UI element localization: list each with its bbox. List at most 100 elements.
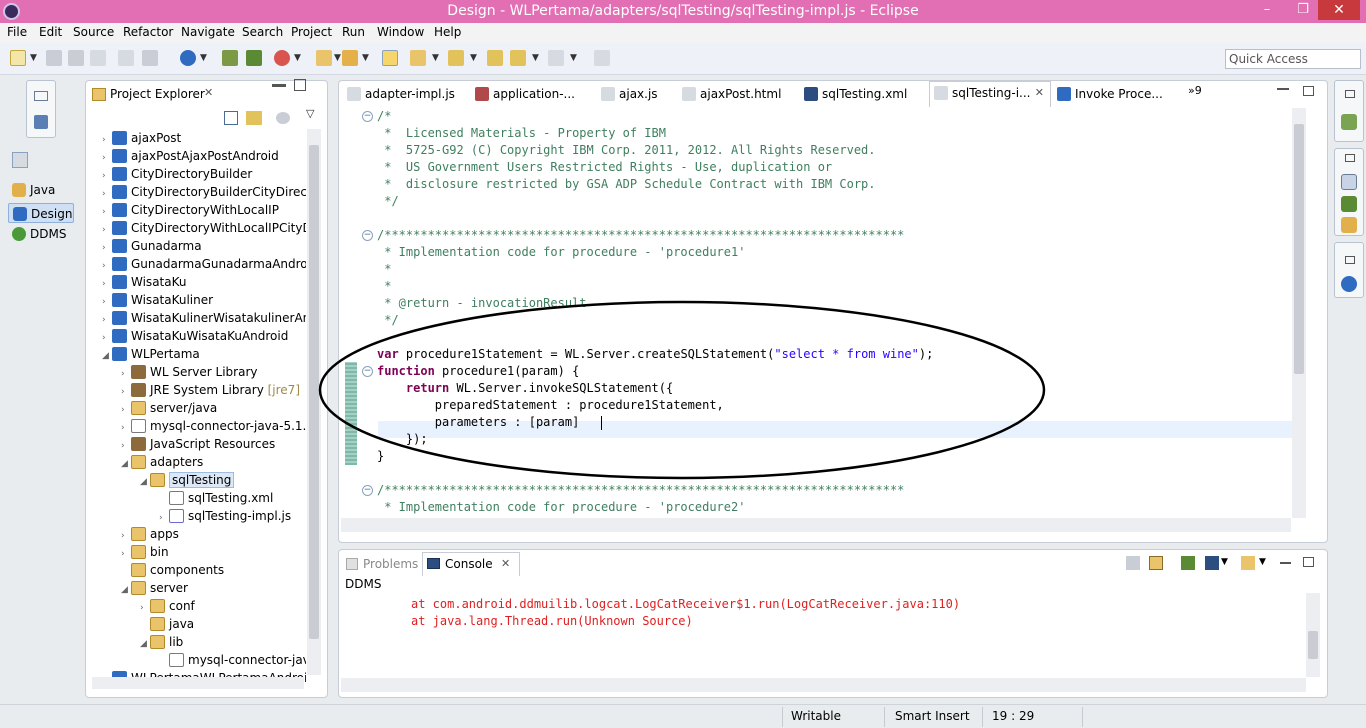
fold-toggle-2[interactable]: − [362, 230, 373, 241]
open-perspective-icon[interactable] [12, 152, 28, 168]
menu-help[interactable]: Help [434, 25, 461, 39]
view-menu-icon[interactable]: ▽ [306, 107, 314, 120]
perspective-design[interactable]: Design [8, 203, 74, 223]
menu-refactor[interactable]: Refactor [123, 25, 173, 39]
tab-problems[interactable]: Problems [343, 553, 421, 575]
forward-icon[interactable] [548, 50, 564, 66]
open-folder-icon[interactable] [316, 50, 332, 66]
expand-toggle-icon[interactable]: ◢ [140, 635, 150, 653]
editor-tab[interactable]: Invoke Proce... [1053, 83, 1163, 105]
close-tab-icon[interactable]: ✕ [1035, 82, 1044, 104]
clear-console-icon[interactable] [1126, 556, 1140, 570]
tree-item[interactable]: › bin [121, 543, 169, 561]
save-icon[interactable] [46, 50, 62, 66]
outline-view-icon[interactable] [1341, 196, 1357, 212]
expand-toggle-icon[interactable]: ◢ [121, 455, 131, 473]
download-icon[interactable] [222, 50, 238, 66]
tree-item[interactable]: › WL Server Library [121, 363, 258, 381]
tree-item[interactable]: › mysql-connector-java-5.1.22 [121, 417, 306, 435]
build-icon[interactable] [142, 50, 158, 66]
palette-icon[interactable] [1341, 114, 1357, 130]
tree-item[interactable]: mysql-connector-jav [159, 651, 306, 669]
tree-item[interactable]: ◢ sqlTesting [140, 471, 235, 489]
tree-item[interactable]: › ajaxPost [102, 129, 181, 147]
editor-vscroll-thumb[interactable] [1294, 124, 1304, 374]
explorer-hscrollbar[interactable] [92, 677, 304, 689]
print-icon[interactable] [90, 50, 106, 66]
scroll-lock-icon[interactable] [1149, 556, 1163, 570]
tree-item[interactable]: › conf [140, 597, 195, 615]
expand-toggle-icon[interactable]: ◢ [102, 347, 112, 365]
tree-item[interactable]: › WisataKuliner [102, 291, 213, 309]
minimize-editor-icon[interactable] [1277, 88, 1289, 90]
properties-icon[interactable] [1341, 174, 1357, 190]
tree-item[interactable]: › CityDirectoryWithLocalIPCityDir [102, 219, 306, 237]
menu-run[interactable]: Run [342, 25, 365, 39]
tree-item[interactable]: ◢ lib [140, 633, 183, 651]
menu-source[interactable]: Source [73, 25, 114, 39]
restore-icon[interactable] [1345, 154, 1355, 162]
maximize-console-icon[interactable] [1303, 557, 1314, 567]
expand-toggle-icon[interactable]: ◢ [121, 581, 131, 599]
tree-item[interactable]: ◢ adapters [121, 453, 203, 471]
tree-item[interactable]: › sqlTesting-impl.js [159, 507, 291, 525]
fold-toggle-4[interactable]: − [362, 485, 373, 496]
fold-toggle-1[interactable]: − [362, 111, 373, 122]
display-console-dropdown[interactable]: ▼ [1221, 557, 1228, 567]
editor-tab[interactable]: sqlTesting-i... ✕ [929, 81, 1051, 107]
editor-tab[interactable]: application-... [471, 83, 595, 105]
tree-item[interactable]: › Gunadarma [102, 237, 202, 255]
tab-console[interactable]: Console ✕ [422, 552, 520, 576]
close-console-icon[interactable]: ✕ [501, 553, 510, 575]
tree-item[interactable]: › ajaxPostAjaxPostAndroid [102, 147, 279, 165]
restore-button[interactable]: ❐ [1288, 0, 1318, 20]
save-all-icon[interactable] [68, 50, 84, 66]
menu-file[interactable]: File [7, 25, 27, 39]
back-icon[interactable] [510, 50, 526, 66]
pin-console-icon[interactable] [1181, 556, 1195, 570]
editor-tab[interactable]: adapter-impl.js [343, 83, 469, 105]
menu-navigate[interactable]: Navigate [181, 25, 235, 39]
editor-vscrollbar[interactable] [1292, 108, 1306, 518]
restore-icon[interactable] [34, 91, 48, 101]
perspective-ddms[interactable]: DDMS [8, 224, 74, 244]
menu-edit[interactable]: Edit [39, 25, 62, 39]
tree-item[interactable]: sqlTesting.xml [159, 489, 273, 507]
highlight-icon[interactable] [382, 50, 398, 66]
tree-item[interactable]: java [140, 615, 194, 633]
maximize-editor-icon[interactable] [1303, 86, 1314, 96]
console-hscrollbar[interactable] [341, 678, 1306, 692]
tree-item[interactable]: › server/java [121, 399, 217, 417]
tree-item[interactable]: components [121, 561, 224, 579]
tree-item[interactable]: › CityDirectoryBuilderCityDirector [102, 183, 306, 201]
help-icon[interactable] [1341, 276, 1357, 292]
restore-icon[interactable] [1345, 90, 1355, 98]
tree-item[interactable]: › WisataKuWisataKuAndroid [102, 327, 288, 345]
open-console-dropdown[interactable]: ▼ [1259, 557, 1266, 567]
restore-icon[interactable] [1345, 256, 1355, 264]
prev-annotation-icon[interactable] [448, 50, 464, 66]
tree-item[interactable]: › JRE System Library [jre7] [121, 381, 300, 399]
minimize-console-icon[interactable] [1280, 562, 1291, 564]
outline-icon[interactable] [34, 115, 48, 129]
deploy-icon[interactable] [118, 50, 134, 66]
tree-item[interactable]: › WisataKu [102, 273, 186, 291]
editor-tab[interactable]: ajaxPost.html [678, 83, 798, 105]
editor-tab[interactable]: sqlTesting.xml [800, 83, 926, 105]
perspective-java-ee[interactable]: Java EE [8, 180, 74, 217]
pin-icon[interactable] [594, 50, 610, 66]
console-vscrollbar[interactable] [1306, 593, 1320, 677]
new-icon[interactable] [10, 50, 26, 66]
tree-item[interactable]: › CityDirectoryBuilder [102, 165, 252, 183]
annotation-icon[interactable] [410, 50, 426, 66]
open-console-icon[interactable] [1241, 556, 1255, 570]
console-vscroll-thumb[interactable] [1308, 631, 1318, 659]
worklight-icon[interactable] [180, 50, 196, 66]
editor-hscrollbar[interactable] [341, 518, 1291, 532]
minimize-button[interactable]: – [1252, 0, 1282, 20]
tasks-icon[interactable] [1341, 217, 1357, 233]
tree-item[interactable]: › CityDirectoryWithLocalIP [102, 201, 279, 219]
tree-item[interactable]: ◢ server [121, 579, 188, 597]
tree-item[interactable]: › JavaScript Resources [121, 435, 275, 453]
menu-project[interactable]: Project [291, 25, 332, 39]
